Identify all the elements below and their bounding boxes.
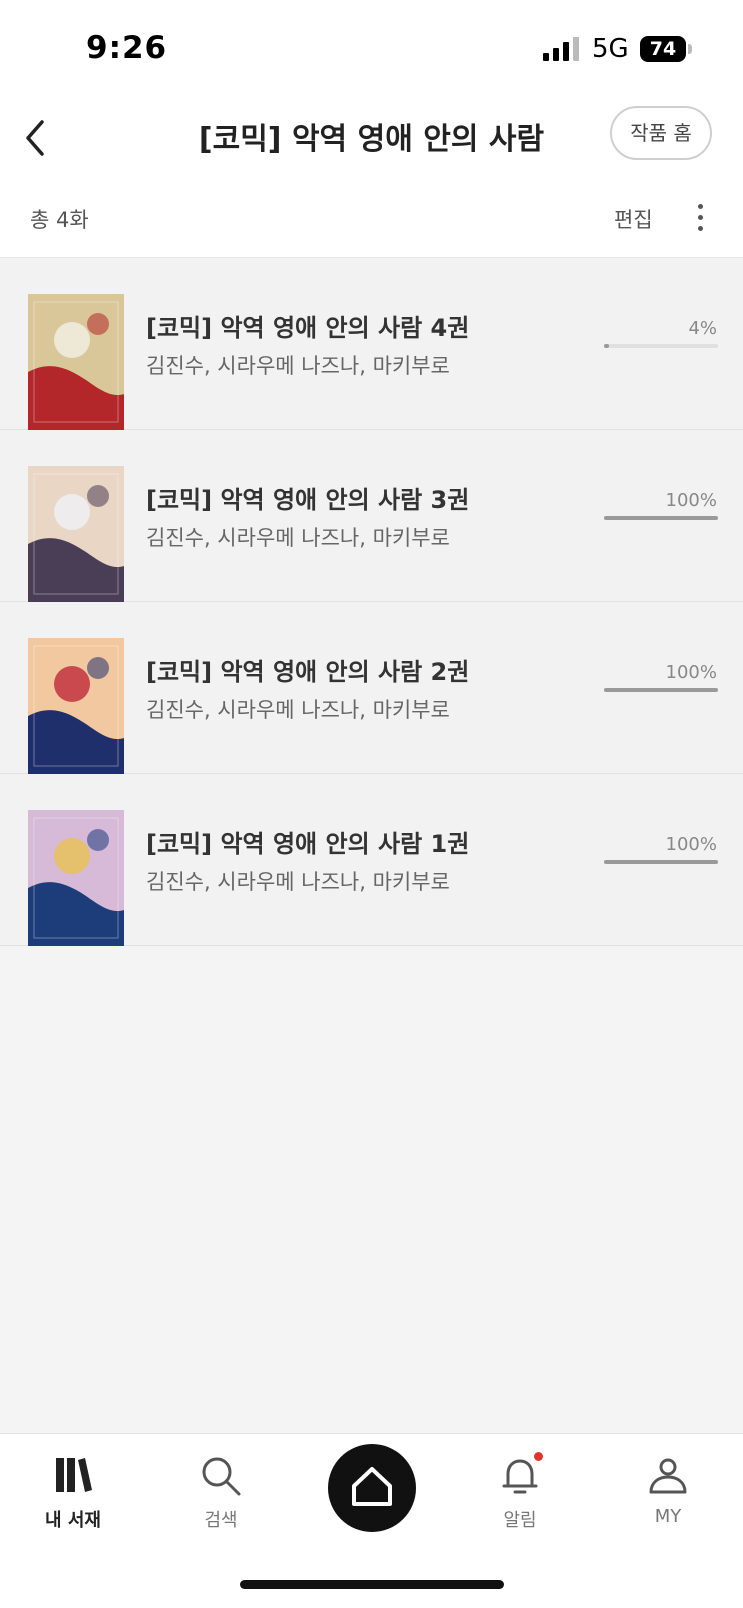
volume-list: [코믹] 악역 영애 안의 사람 4권김진수, 시라우메 나즈나, 마키부로 4%…: [0, 258, 743, 946]
library-books-icon: [56, 1458, 92, 1492]
episode-count: 총 4화: [30, 208, 89, 232]
volume-authors: 김진수, 시라우메 나즈나, 마키부로: [146, 870, 450, 894]
home-icon: [352, 1467, 392, 1506]
series-home-button[interactable]: 작품 홈: [610, 106, 712, 160]
battery-nub: [688, 44, 692, 54]
progress-percent: 100%: [665, 490, 717, 511]
status-time: 9:26: [86, 30, 168, 66]
progress-fill: [604, 688, 718, 692]
volume-title: [코믹] 악역 영애 안의 사람 2권: [146, 658, 470, 686]
search-icon: [202, 1457, 241, 1496]
volume-authors: 김진수, 시라우메 나즈나, 마키부로: [146, 526, 450, 550]
header: [코믹] 악역 영애 안의 사람 작품 홈: [0, 96, 743, 188]
tab-library-label: 내 서재: [45, 1510, 101, 1531]
progress-bar: [604, 344, 718, 348]
chevron-left-icon[interactable]: [18, 114, 58, 162]
tab-search[interactable]: 검색: [176, 1454, 266, 1532]
volume-title: [코믹] 악역 영애 안의 사람 1권: [146, 830, 470, 858]
tab-search-label: 검색: [204, 1510, 238, 1531]
progress-bar: [604, 860, 718, 864]
book-cover: [28, 638, 124, 774]
tab-library[interactable]: 내 서재: [28, 1454, 118, 1532]
tab-alerts-label: 알림: [503, 1510, 537, 1531]
volume-authors: 김진수, 시라우메 나즈나, 마키부로: [146, 698, 450, 722]
progress-bar: [604, 688, 718, 692]
page-title: [코믹] 악역 영애 안의 사람: [198, 122, 545, 157]
home-button[interactable]: [328, 1444, 416, 1532]
volume-row[interactable]: [코믹] 악역 영애 안의 사람 1권김진수, 시라우메 나즈나, 마키부로 10…: [0, 774, 743, 946]
progress-bar: [604, 516, 718, 520]
bell-icon: [502, 1459, 538, 1494]
progress-fill: [604, 860, 718, 864]
progress-percent: 4%: [688, 318, 717, 339]
progress-fill: [604, 344, 609, 348]
volume-title: [코믹] 악역 영애 안의 사람 3권: [146, 486, 470, 514]
more-vertical-icon[interactable]: [688, 200, 712, 240]
volume-row[interactable]: [코믹] 악역 영애 안의 사람 3권김진수, 시라우메 나즈나, 마키부로 10…: [0, 430, 743, 602]
progress-percent: 100%: [665, 662, 717, 683]
book-cover: [28, 466, 124, 602]
book-cover: [28, 294, 124, 430]
home-indicator: [240, 1580, 504, 1589]
volume-row[interactable]: [코믹] 악역 영애 안의 사람 4권김진수, 시라우메 나즈나, 마키부로 4%: [0, 258, 743, 430]
volume-authors: 김진수, 시라우메 나즈나, 마키부로: [146, 354, 450, 378]
progress-percent: 100%: [665, 834, 717, 855]
status-bar: 9:26 5G 74: [0, 0, 743, 96]
signal-icon: [543, 37, 579, 61]
person-icon: [649, 1458, 687, 1494]
volume-row[interactable]: [코믹] 악역 영애 안의 사람 2권김진수, 시라우메 나즈나, 마키부로 10…: [0, 602, 743, 774]
edit-button[interactable]: 편집: [614, 204, 653, 234]
network-label: 5G: [592, 34, 629, 64]
list-toolbar: 총 4화 편집: [0, 188, 743, 258]
tab-my-label: MY: [654, 1506, 682, 1527]
battery-icon: 74: [640, 36, 686, 62]
notification-dot: [534, 1452, 543, 1461]
tab-my[interactable]: MY: [623, 1454, 713, 1527]
tab-alerts[interactable]: 알림: [475, 1454, 565, 1532]
book-cover: [28, 810, 124, 946]
volume-title: [코믹] 악역 영애 안의 사람 4권: [146, 314, 470, 342]
progress-fill: [604, 516, 718, 520]
